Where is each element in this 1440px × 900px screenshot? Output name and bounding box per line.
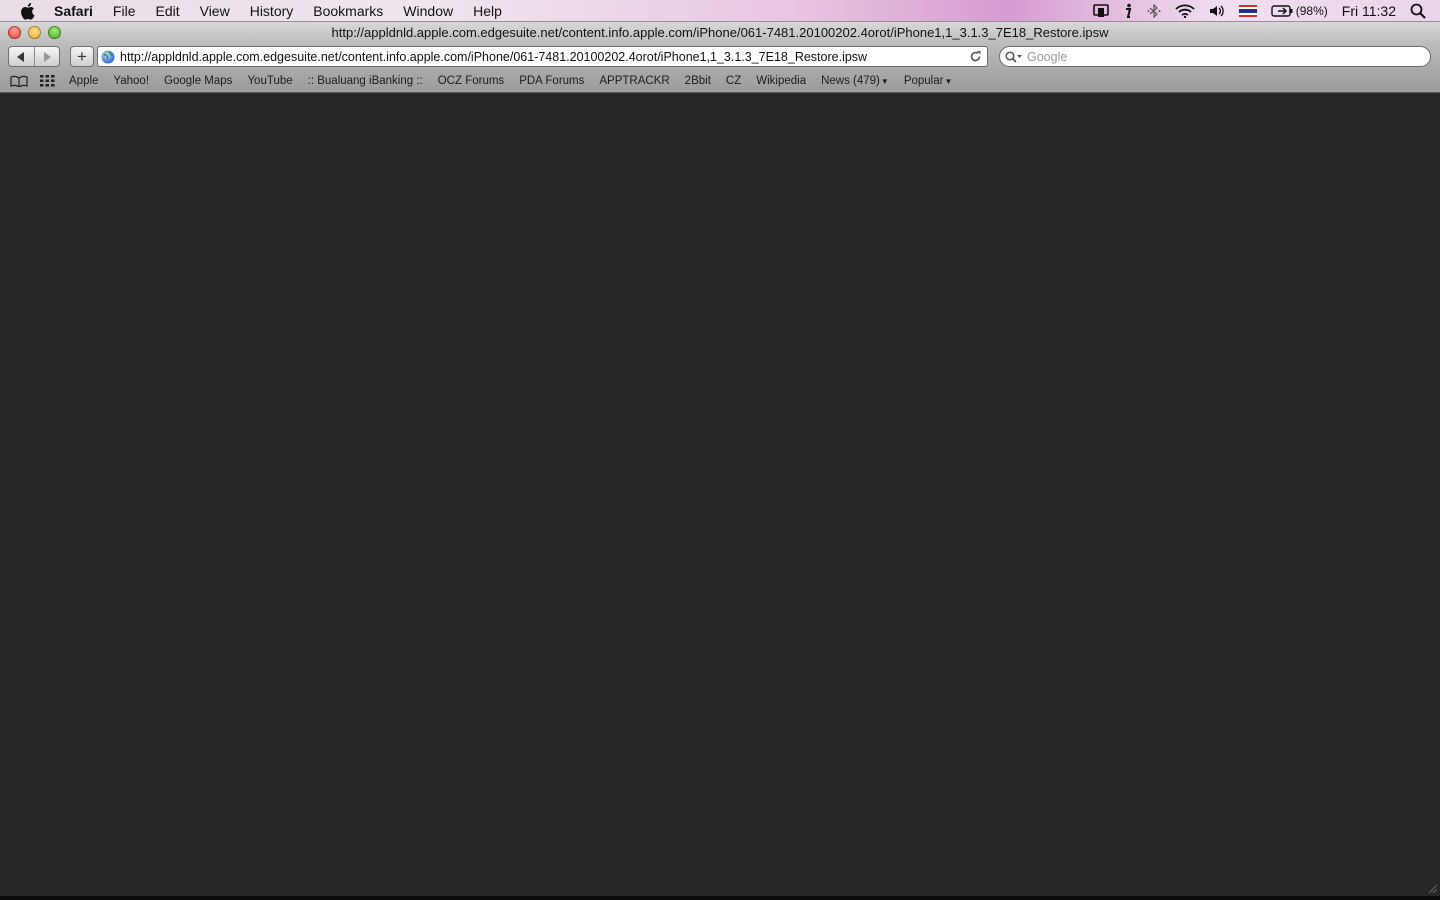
top-sites-grid-icon[interactable] [40,75,55,87]
airplay-icon[interactable] [1092,4,1109,18]
bookmark-cz[interactable]: CZ [726,75,741,87]
battery-percent: (98%) [1295,4,1328,18]
spotlight-icon[interactable] [1410,3,1426,19]
chevron-down-icon: ▼ [880,77,889,86]
bookmark-folder-news[interactable]: News (479)▼ [821,75,889,87]
search-field[interactable] [999,46,1431,67]
window-controls [8,26,61,39]
bookmark-youtube[interactable]: YouTube [247,75,292,87]
bookmark-bualuang-ibanking[interactable]: :: Bualuang iBanking :: [308,75,423,87]
search-input[interactable] [1025,48,1409,65]
bookmark-pda-forums[interactable]: PDA Forums [519,75,584,87]
address-bar[interactable]: http://appldnld.apple.com.edgesuite.net/… [97,46,988,67]
menu-file[interactable]: File [113,3,136,19]
forward-arrow-icon [43,51,51,62]
back-button[interactable] [9,47,34,66]
bookmark-popular-label: Popular [903,75,944,87]
reload-icon[interactable] [969,50,982,63]
add-bookmark-button[interactable]: + [70,46,94,67]
browser-toolbar: + http://appldnld.apple.com.edgesuite.ne… [0,44,1440,70]
wifi-icon[interactable] [1175,4,1195,18]
volume-icon[interactable] [1209,4,1225,18]
menu-edit[interactable]: Edit [155,3,179,19]
zoom-button[interactable] [48,26,61,39]
page-content[interactable] [0,93,1440,896]
menu-bookmarks[interactable]: Bookmarks [313,3,383,19]
window-title-bar[interactable]: http://appldnld.apple.com.edgesuite.net/… [0,22,1440,44]
forward-button[interactable] [33,47,60,66]
nav-buttons [8,46,60,67]
battery-icon[interactable]: (98%) [1271,4,1328,18]
bluetooth-icon[interactable] [1147,4,1161,18]
apple-menu-icon[interactable] [16,0,38,22]
url-text[interactable]: http://appldnld.apple.com.edgesuite.net/… [120,50,867,64]
globe-icon [101,50,115,63]
chevron-down-icon: ▼ [944,77,953,86]
menu-app-safari[interactable]: Safari [54,3,93,19]
resize-grip-icon[interactable] [1428,884,1438,894]
bookmark-apple[interactable]: Apple [69,75,98,87]
bookmark-2bbit[interactable]: 2Bbit [685,75,711,87]
menu-view[interactable]: View [200,3,230,19]
thai-flag-icon[interactable] [1238,5,1257,17]
book-icon[interactable] [10,75,28,87]
menu-history[interactable]: History [250,3,294,19]
bookmark-google-maps[interactable]: Google Maps [164,75,232,87]
minimize-button[interactable] [28,26,41,39]
clock[interactable]: Fri 11:32 [1342,3,1396,19]
menu-extras: (98%) Fri 11:32 [1092,0,1440,22]
window-title: http://appldnld.apple.com.edgesuite.net/… [331,25,1109,40]
menu-help[interactable]: Help [473,3,502,19]
bookmarks-bar: Apple Yahoo! Google Maps YouTube :: Bual… [0,70,1440,93]
bookmark-apptrackr[interactable]: APPTRACKR [599,75,669,87]
menu-window[interactable]: Window [403,3,453,19]
bookmark-yahoo[interactable]: Yahoo! [113,75,149,87]
back-arrow-icon [17,51,25,62]
bookmark-ocz-forums[interactable]: OCZ Forums [438,75,504,87]
close-button[interactable] [8,26,21,39]
bookmark-news-label: News (479) [821,75,880,87]
info-icon[interactable] [1123,3,1133,19]
bookmark-wikipedia[interactable]: Wikipedia [756,75,806,87]
search-icon[interactable] [1005,50,1023,63]
bookmark-folder-popular[interactable]: Popular▼ [904,75,953,87]
menu-bar: Safari File Edit View History Bookmarks … [0,0,1440,22]
desktop-strip [0,896,1440,900]
